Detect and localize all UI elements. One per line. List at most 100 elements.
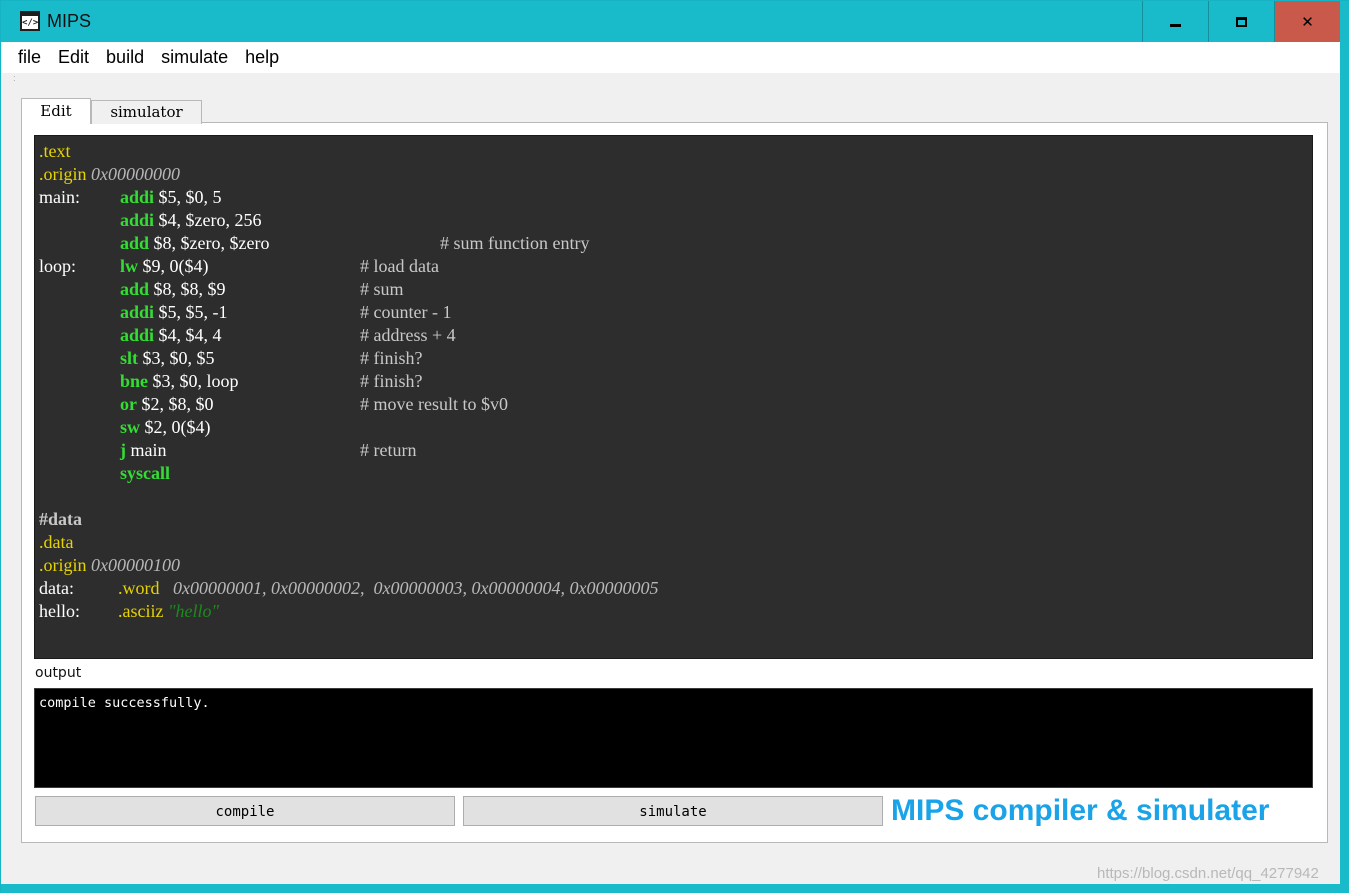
- code-token: addi: [120, 302, 155, 322]
- code-statement: .word 0x00000001, 0x00000002, 0x00000003…: [118, 577, 658, 600]
- menu-help[interactable]: help: [245, 47, 279, 68]
- code-statement: .text: [39, 140, 71, 163]
- minimize-button[interactable]: [1142, 1, 1208, 42]
- code-token: bne: [120, 371, 149, 391]
- code-line: loop: lw $9, 0($4) # load data: [35, 255, 1312, 278]
- code-token: $8, $zero, $zero: [149, 233, 270, 253]
- code-comment: # sum function entry: [440, 233, 590, 253]
- title-bar[interactable]: </> MIPS ✕: [1, 1, 1348, 42]
- code-line: .text: [35, 140, 1312, 163]
- code-token: $5, $5, -1: [154, 302, 228, 322]
- code-line: j main # return: [35, 439, 1312, 462]
- code-editor[interactable]: .text .origin 0x00000000 main: addi $5, $0,…: [34, 135, 1313, 659]
- code-token: .text: [39, 141, 71, 161]
- code-line: main: addi $5, $0, 5: [35, 186, 1312, 209]
- code-label: loop:: [39, 256, 77, 276]
- code-token: add: [120, 279, 150, 299]
- code-token: 0x00000001, 0x00000002, 0x00000003, 0x00…: [173, 578, 659, 598]
- code-statement: .origin 0x00000100: [39, 554, 180, 577]
- code-token: add: [120, 233, 150, 253]
- code-window-icon: </>: [20, 11, 40, 31]
- code-token: $9, 0($4): [138, 256, 209, 276]
- code-token: sw: [120, 417, 141, 437]
- code-statement: bne $3, $0, loop: [120, 370, 239, 393]
- toolbar-grip-icon: · ·: [13, 72, 16, 85]
- maximize-button[interactable]: [1208, 1, 1274, 42]
- code-line: or $2, $8, $0 # move result to $v0: [35, 393, 1312, 416]
- code-token: .data: [39, 532, 74, 552]
- code-line: #data: [35, 508, 1312, 531]
- code-line: addi $4, $4, 4 # address + 4: [35, 324, 1312, 347]
- code-token: or: [120, 394, 137, 414]
- app-window: </> MIPS ✕ file Edit build simulate help…: [0, 0, 1349, 893]
- code-token: $3, $0, loop: [148, 371, 239, 391]
- window-title: MIPS: [47, 11, 92, 31]
- code-comment: # sum: [360, 279, 404, 299]
- output-label: output: [35, 665, 82, 681]
- code-comment: # return: [360, 440, 417, 460]
- code-statement: addi $4, $4, 4: [120, 324, 222, 347]
- code-statement: add $8, $8, $9: [120, 278, 226, 301]
- code-token: #data: [39, 509, 83, 529]
- code-statement: addi $4, $zero, 256: [120, 209, 262, 232]
- code-comment: # finish?: [360, 371, 423, 391]
- code-line: .origin 0x00000100: [35, 554, 1312, 577]
- code-label: hello:: [39, 601, 80, 621]
- menu-bar: file Edit build simulate help: [2, 42, 1340, 73]
- code-line: data: .word 0x00000001, 0x00000002, 0x000…: [35, 577, 1312, 600]
- code-statement: addi $5, $0, 5: [120, 186, 222, 209]
- code-token: $2, 0($4): [140, 417, 211, 437]
- code-token: lw: [120, 256, 138, 276]
- output-text: compile successfully.: [39, 695, 210, 711]
- code-token: $8, $8, $9: [149, 279, 226, 299]
- code-statement: sw $2, 0($4): [120, 416, 211, 439]
- code-line: syscall: [35, 462, 1312, 485]
- code-statement: j main: [120, 439, 167, 462]
- code-line: hello: .asciiz "hello": [35, 600, 1312, 623]
- menu-file[interactable]: file: [18, 47, 41, 68]
- menu-build[interactable]: build: [106, 47, 144, 68]
- window-bottom-edge: [1, 884, 1349, 893]
- code-token: addi: [120, 187, 155, 207]
- code-line: .origin 0x00000000: [35, 163, 1312, 186]
- code-line: slt $3, $0, $5 # finish?: [35, 347, 1312, 370]
- maximize-icon: [1236, 16, 1247, 27]
- close-button[interactable]: ✕: [1274, 1, 1340, 42]
- code-token: slt: [120, 348, 138, 368]
- code-label: data:: [39, 578, 74, 598]
- simulate-button[interactable]: simulate: [463, 796, 883, 826]
- code-token: main: [126, 440, 167, 460]
- watermark: https://blog.csdn.net/qq_4277942: [1097, 865, 1319, 882]
- menu-simulate[interactable]: simulate: [161, 47, 228, 68]
- code-comment: # finish?: [360, 348, 423, 368]
- code-statement: add $8, $zero, $zero: [120, 232, 269, 255]
- compile-button[interactable]: compile: [35, 796, 455, 826]
- code-token: "hello": [167, 601, 220, 621]
- minimize-icon: [1170, 24, 1181, 27]
- tab-simulator[interactable]: simulator: [91, 100, 202, 124]
- code-token: .asciiz: [118, 601, 168, 621]
- code-token: $5, $0, 5: [154, 187, 222, 207]
- code-token: $3, $0, $5: [138, 348, 215, 368]
- output-console[interactable]: compile successfully.: [34, 688, 1313, 788]
- app-banner: MIPS compiler & simulater: [891, 794, 1270, 827]
- code-token: $2, $8, $0: [137, 394, 214, 414]
- code-statement: .origin 0x00000000: [39, 163, 180, 186]
- code-label: main:: [39, 187, 80, 207]
- menu-edit[interactable]: Edit: [58, 47, 89, 68]
- code-token: $4, $zero, 256: [154, 210, 262, 230]
- code-line: bne $3, $0, loop # finish?: [35, 370, 1312, 393]
- code-statement: lw $9, 0($4): [120, 255, 209, 278]
- code-comment: # load data: [360, 256, 439, 276]
- app-icon-glyph: </>: [22, 18, 39, 28]
- code-statement: .asciiz "hello": [118, 600, 219, 623]
- code-statement: .data: [39, 531, 73, 554]
- code-line: add $8, $zero, $zero # sum function entry: [35, 232, 1312, 255]
- tab-edit[interactable]: Edit: [21, 98, 91, 124]
- code-token: syscall: [120, 463, 171, 483]
- code-comment: # address + 4: [360, 325, 456, 345]
- code-line: addi $4, $zero, 256: [35, 209, 1312, 232]
- code-token: addi: [120, 210, 155, 230]
- code-line: sw $2, 0($4): [35, 416, 1312, 439]
- code-statement: slt $3, $0, $5: [120, 347, 215, 370]
